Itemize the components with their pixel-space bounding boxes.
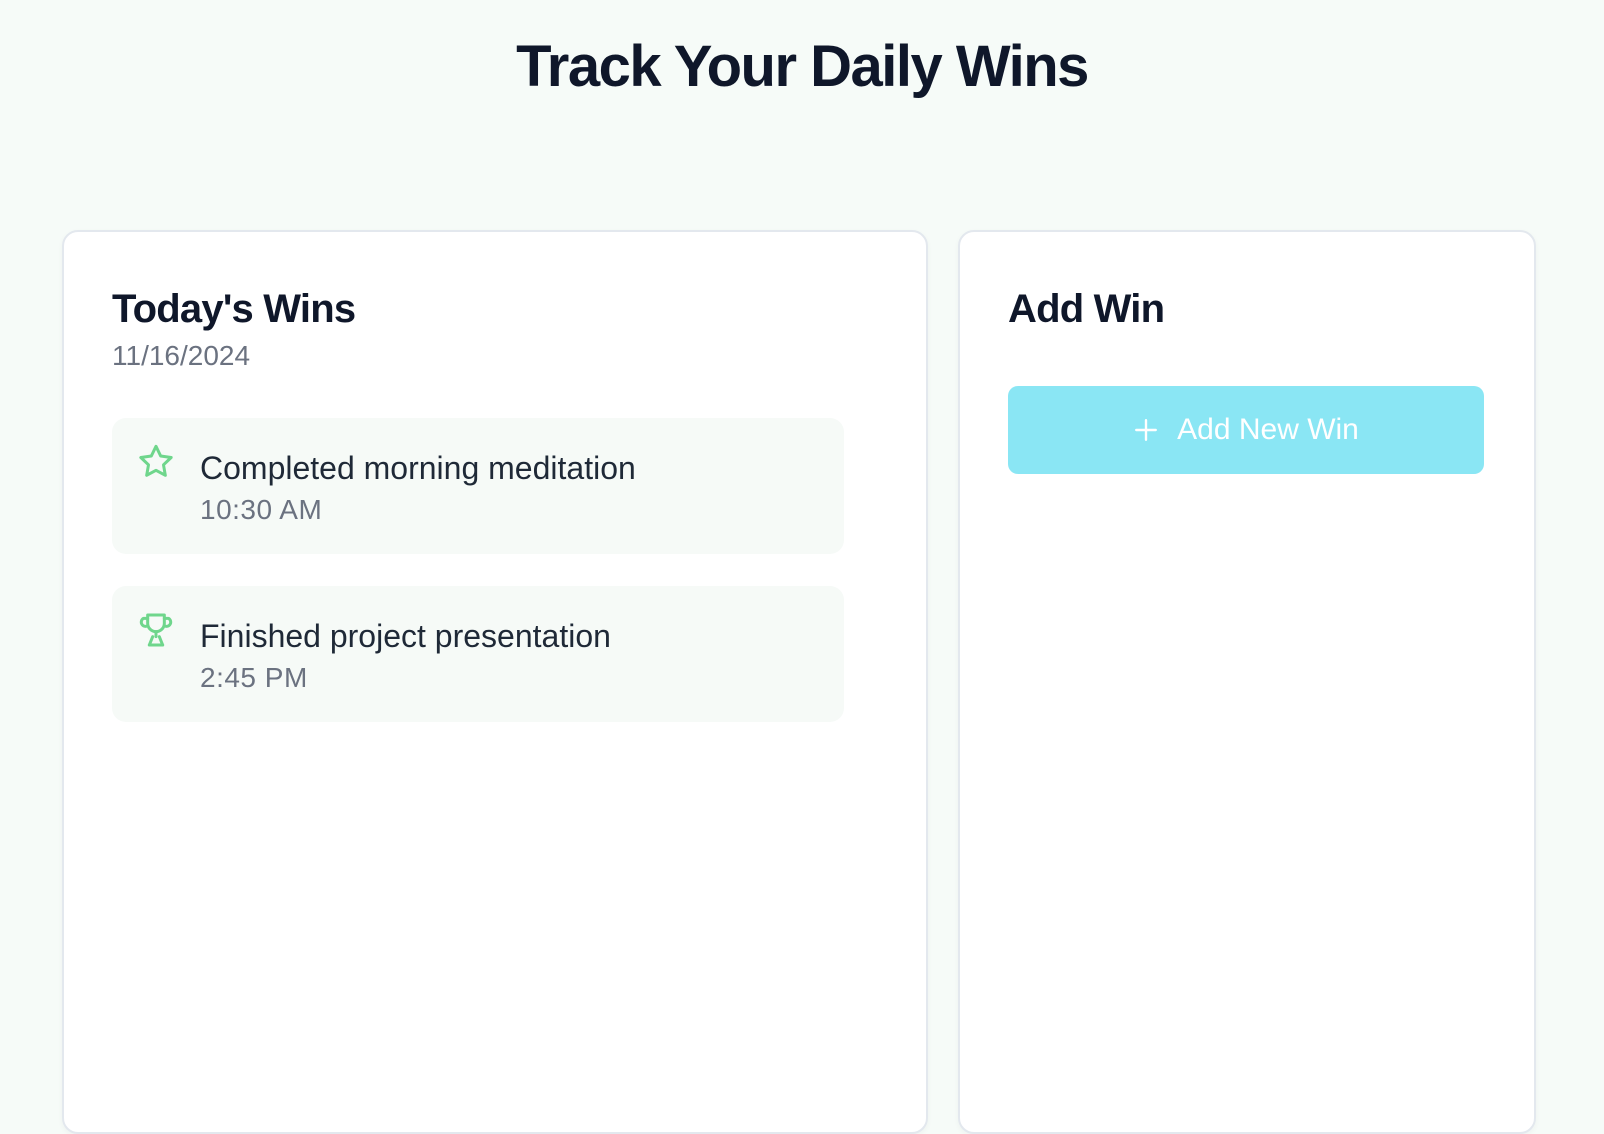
win-item: Finished project presentation 2:45 PM [112, 586, 844, 722]
star-icon [136, 442, 176, 482]
todays-wins-date: 11/16/2024 [112, 340, 251, 371]
todays-wins-card: Today's Wins 11/16/2024 Completed mornin… [62, 230, 928, 1134]
page-title: Track Your Daily Wins [516, 34, 1089, 99]
win-text: Completed morning meditation [200, 450, 636, 486]
win-item: Completed morning meditation 10:30 AM [112, 418, 844, 554]
add-new-win-button[interactable]: Add New Win [1008, 386, 1484, 474]
add-win-card: Add Win Add New Win [958, 230, 1536, 1134]
add-new-win-label: Add New Win [1177, 413, 1359, 446]
todays-wins-title: Today's Wins [112, 287, 356, 331]
win-time: 10:30 AM [200, 494, 323, 525]
win-time: 2:45 PM [200, 662, 308, 693]
win-text: Finished project presentation [200, 618, 611, 654]
trophy-icon [136, 610, 176, 650]
add-win-title: Add Win [1008, 287, 1165, 331]
plus-icon [1133, 417, 1159, 443]
